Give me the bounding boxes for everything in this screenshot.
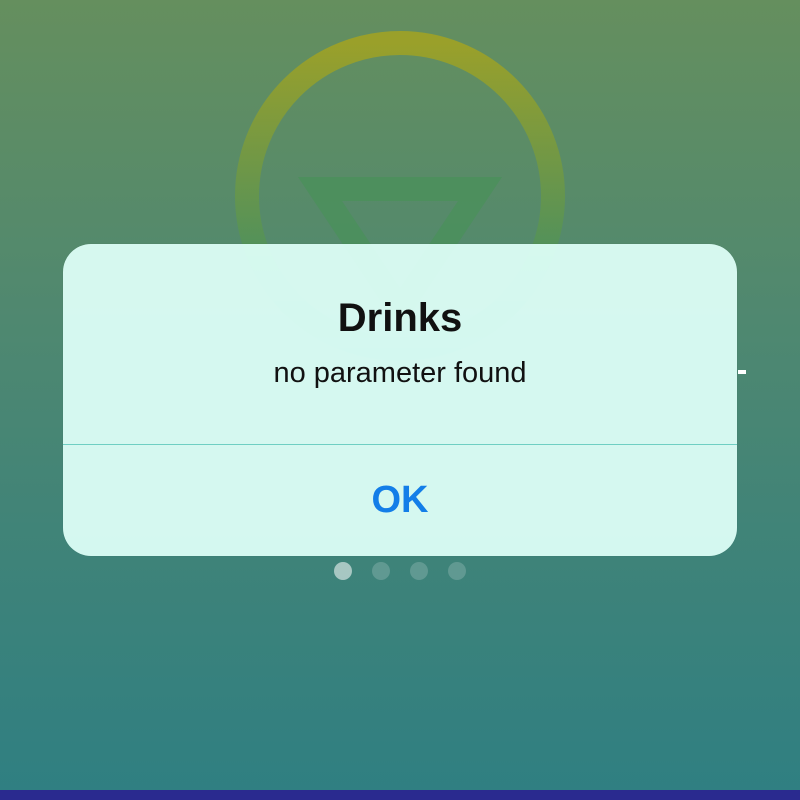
background-mark xyxy=(738,370,746,374)
bottom-bar xyxy=(0,790,800,800)
page-dot[interactable] xyxy=(372,562,390,580)
alert-message: no parameter found xyxy=(273,357,527,389)
alert-title: Drinks xyxy=(337,296,463,340)
alert-dialog: Drinks no parameter found OK xyxy=(63,244,737,556)
page-dot[interactable] xyxy=(448,562,466,580)
ok-button[interactable]: OK xyxy=(63,445,737,556)
page-dot-active[interactable] xyxy=(334,562,352,580)
page-indicator xyxy=(0,562,800,580)
page-dot[interactable] xyxy=(410,562,428,580)
